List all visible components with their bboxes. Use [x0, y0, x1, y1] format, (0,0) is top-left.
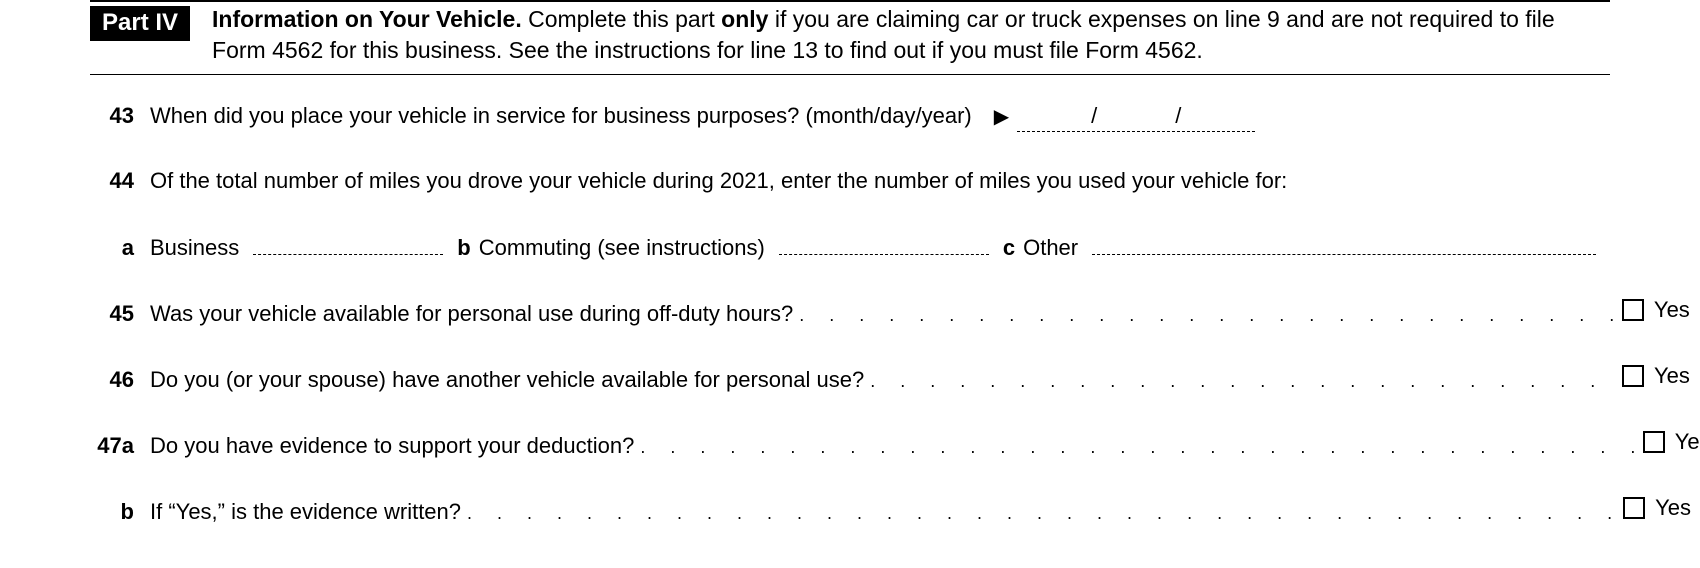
line-44: 44 Of the total number of miles you drov…	[90, 168, 1610, 194]
line-number: 45	[90, 301, 150, 327]
line-47b-text: If “Yes,” is the evidence written?	[150, 499, 461, 525]
part-title-bold: Information on Your Vehicle.	[212, 6, 522, 32]
line-46-text: Do you (or your spouse) have another veh…	[150, 367, 864, 393]
part-header: Part IV Information on Your Vehicle. Com…	[90, 4, 1610, 75]
line-44b-value[interactable]	[779, 230, 989, 255]
date-separator: /	[1171, 103, 1185, 129]
line-47a-yes-checkbox[interactable]	[1643, 431, 1665, 453]
line-43-text: When did you place your vehicle in servi…	[150, 103, 972, 129]
line-45-yes-checkbox[interactable]	[1622, 299, 1644, 321]
line-44-subrow: a Business b Commuting (see instructions…	[90, 230, 1610, 261]
yes-label: Yes	[1654, 297, 1690, 323]
line-44c-value[interactable]	[1092, 230, 1596, 255]
line-44c-num: c	[1003, 235, 1015, 261]
line-47b-yes-checkbox[interactable]	[1623, 497, 1645, 519]
line-43: 43 When did you place your vehicle in se…	[90, 103, 1610, 132]
line-45: 45 Was your vehicle available for person…	[90, 297, 1610, 327]
leader-dots	[864, 371, 1614, 392]
line-46-yes-checkbox[interactable]	[1622, 365, 1644, 387]
part-title-only: only	[721, 6, 768, 32]
yes-label: Yes	[1654, 363, 1690, 389]
line-45-text: Was your vehicle available for personal …	[150, 301, 793, 327]
part-title-text-a: Complete this part	[522, 6, 721, 32]
line-47a-text: Do you have evidence to support your ded…	[150, 433, 634, 459]
line-46: 46 Do you (or your spouse) have another …	[90, 363, 1610, 393]
yes-label: Yes	[1675, 429, 1700, 455]
line-44a-label: Business	[150, 235, 239, 261]
line-number: a	[90, 235, 150, 261]
yes-label: Yes	[1655, 495, 1691, 521]
line-44-text: Of the total number of miles you drove y…	[150, 168, 1287, 194]
line-44b-label: Commuting (see instructions)	[479, 235, 765, 261]
leader-dots	[634, 437, 1634, 458]
line-43-date-field[interactable]: / /	[1017, 103, 1255, 132]
line-44a-value[interactable]	[253, 230, 443, 255]
line-44b-num: b	[457, 235, 470, 261]
line-44c-label: Other	[1023, 235, 1078, 261]
line-number: b	[90, 499, 150, 525]
line-number: 43	[90, 103, 150, 129]
line-number: 46	[90, 367, 150, 393]
line-number: 47a	[90, 433, 150, 459]
line-number: 44	[90, 168, 150, 194]
arrow-icon: ▶	[994, 104, 1009, 129]
part-badge: Part IV	[90, 6, 190, 41]
leader-dots	[793, 305, 1614, 326]
line-47a: 47a Do you have evidence to support your…	[90, 429, 1610, 459]
line-47b: b If “Yes,” is the evidence written? Yes…	[90, 495, 1610, 525]
part-title: Information on Your Vehicle. Complete th…	[212, 4, 1610, 66]
leader-dots	[461, 503, 1615, 524]
date-separator: /	[1087, 103, 1101, 129]
